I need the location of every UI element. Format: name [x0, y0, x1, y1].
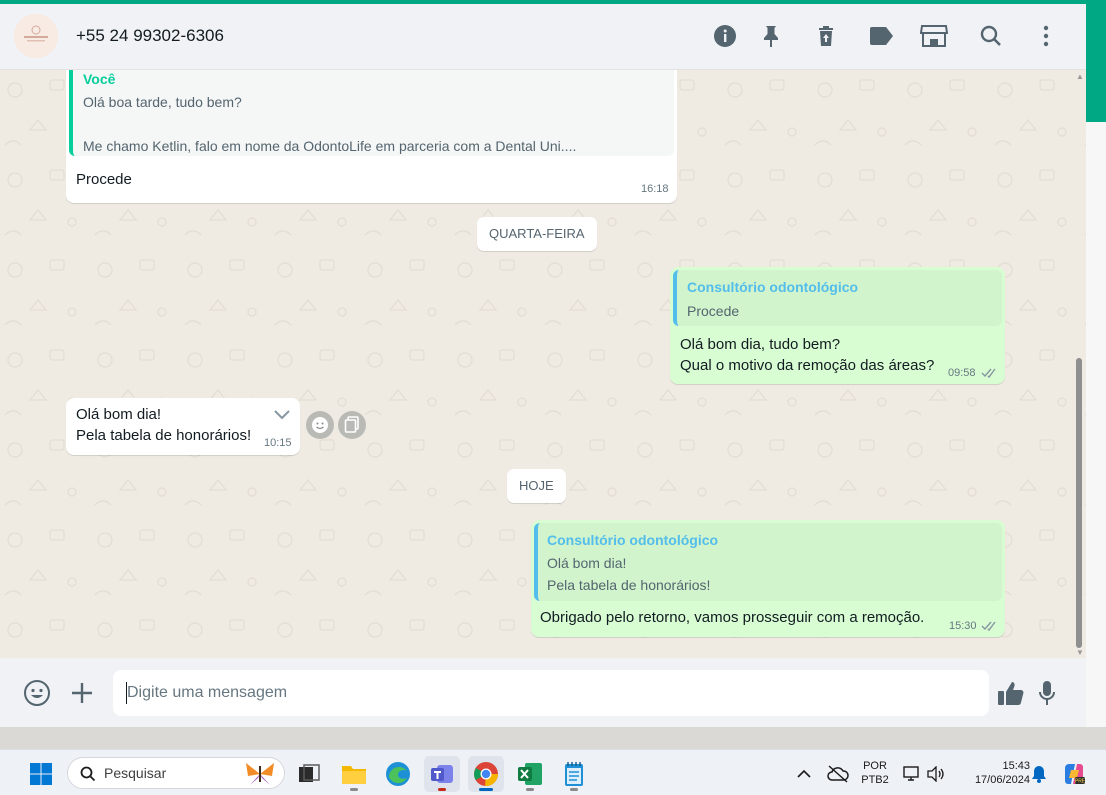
quote-line: Me chamo Ketlin, falo em nome da OdontoL…: [83, 138, 577, 154]
quoted-message[interactable]: Você Olá boa tarde, tudo bem? Me chamo K…: [69, 70, 674, 156]
scroll-track: [1086, 122, 1106, 727]
copy-icon[interactable]: [338, 411, 366, 439]
running-indicator: [350, 788, 358, 791]
windows-taskbar: Pesquisar POR PTB2 15:43 17/06/2024 PRE: [0, 749, 1106, 795]
microphone-icon[interactable]: [1032, 678, 1062, 708]
search-icon: [80, 766, 96, 782]
running-indicator: [570, 788, 578, 791]
chat-area: Você Olá boa tarde, tudo bem? Me chamo K…: [0, 70, 1086, 658]
running-indicator: [438, 788, 446, 791]
delete-icon[interactable]: [812, 22, 840, 50]
copilot-icon[interactable]: PRE: [1058, 756, 1090, 792]
label-icon[interactable]: [867, 22, 895, 50]
language-indicator[interactable]: POR PTB2: [858, 759, 892, 787]
teams-icon[interactable]: [424, 756, 460, 792]
file-explorer-icon[interactable]: [336, 756, 372, 792]
quote-line: Procede: [687, 303, 740, 319]
butterfly-icon: [246, 763, 274, 785]
emoji-icon[interactable]: [22, 678, 52, 708]
thumbs-up-icon[interactable]: [996, 678, 1026, 708]
quote-line: Olá boa tarde, tudo bem?: [83, 94, 242, 110]
store-icon[interactable]: [920, 22, 948, 50]
windows-start-icon[interactable]: [23, 756, 59, 792]
message-text: Pela tabela de honorários!: [76, 427, 252, 444]
quote-author: Consultório odontológico: [687, 279, 859, 295]
message-text: Olá bom dia!: [76, 406, 162, 423]
message-time: 09:58: [948, 367, 976, 379]
chat-header: +55 24 99302-6306: [0, 4, 1086, 70]
message-time: 15:30: [949, 620, 977, 632]
date-separator: HOJE: [507, 469, 566, 503]
keyboard-layout: PTB2: [861, 774, 889, 786]
read-ticks-icon: [981, 619, 999, 637]
quoted-message[interactable]: Consultório odontológico Procede: [673, 270, 1002, 326]
window-scroll-area: [1086, 0, 1106, 727]
quoted-message[interactable]: Consultório odontológico Olá bom dia! Pe…: [534, 523, 1002, 601]
clock-date: 17/06/2024: [974, 774, 1030, 786]
pin-icon[interactable]: [757, 22, 785, 50]
quote-line: Olá bom dia!: [547, 555, 627, 571]
active-indicator: [479, 788, 493, 791]
chevron-down-icon[interactable]: [273, 408, 291, 426]
svg-text:PRE: PRE: [1075, 779, 1086, 785]
info-icon[interactable]: [711, 22, 739, 50]
message-outgoing[interactable]: Consultório odontológico Olá bom dia! Pe…: [531, 520, 1005, 637]
message-text: Procede: [76, 171, 132, 188]
message-text: Qual o motivo da remoção das áreas?: [680, 357, 935, 374]
message-input-box[interactable]: [113, 670, 989, 716]
language-code: POR: [863, 760, 887, 772]
date-separator: QUARTA-FEIRA: [477, 217, 597, 251]
chat-scrollbar[interactable]: [1076, 358, 1082, 648]
quote-line: Pela tabela de honorários!: [547, 577, 711, 593]
cloud-offline-icon[interactable]: [822, 756, 854, 792]
message-input[interactable]: [127, 670, 967, 716]
chevron-up-icon[interactable]: [788, 756, 820, 792]
message-text: Obrigado pelo retorno, vamos prosseguir …: [540, 609, 925, 626]
task-view-icon[interactable]: [291, 756, 327, 792]
running-indicator: [526, 788, 534, 791]
menu-icon[interactable]: [1032, 22, 1060, 50]
excel-icon[interactable]: [512, 756, 548, 792]
edge-icon[interactable]: [380, 756, 416, 792]
network-icon[interactable]: [900, 756, 924, 792]
notepad-icon[interactable]: [556, 756, 592, 792]
message-incoming[interactable]: Você Olá boa tarde, tudo bem? Me chamo K…: [66, 70, 677, 203]
message-time: 10:15: [264, 437, 292, 449]
contact-name[interactable]: +55 24 99302-6306: [76, 26, 224, 46]
scroll-down-arrow[interactable]: ▼: [1076, 648, 1084, 657]
scroll-up-arrow[interactable]: ▲: [1076, 72, 1084, 81]
quote-author: Você: [83, 71, 116, 87]
quote-author: Consultório odontológico: [547, 532, 719, 548]
scroll-accent: [1086, 0, 1106, 122]
taskbar-clock[interactable]: 15:43 17/06/2024: [956, 759, 1030, 787]
notification-bell-icon[interactable]: [1026, 756, 1052, 792]
search-icon[interactable]: [977, 22, 1005, 50]
taskbar-search[interactable]: Pesquisar: [67, 757, 285, 789]
message-incoming[interactable]: Olá bom dia! Pela tabela de honorários! …: [66, 398, 300, 455]
taskbar-search-placeholder: Pesquisar: [104, 765, 167, 781]
message-outgoing[interactable]: Consultório odontológico Procede Olá bom…: [670, 267, 1005, 384]
volume-icon[interactable]: [924, 756, 948, 792]
message-composer: [0, 658, 1086, 727]
attach-plus-icon[interactable]: [67, 678, 97, 708]
message-text: Olá bom dia, tudo bem?: [680, 336, 841, 353]
message-time: 16:18: [641, 183, 669, 195]
chrome-icon[interactable]: [468, 756, 504, 792]
read-ticks-icon: [981, 366, 999, 384]
contact-avatar[interactable]: [14, 14, 58, 58]
clock-time: 15:43: [1002, 760, 1030, 772]
react-emoji-button[interactable]: [306, 411, 334, 439]
